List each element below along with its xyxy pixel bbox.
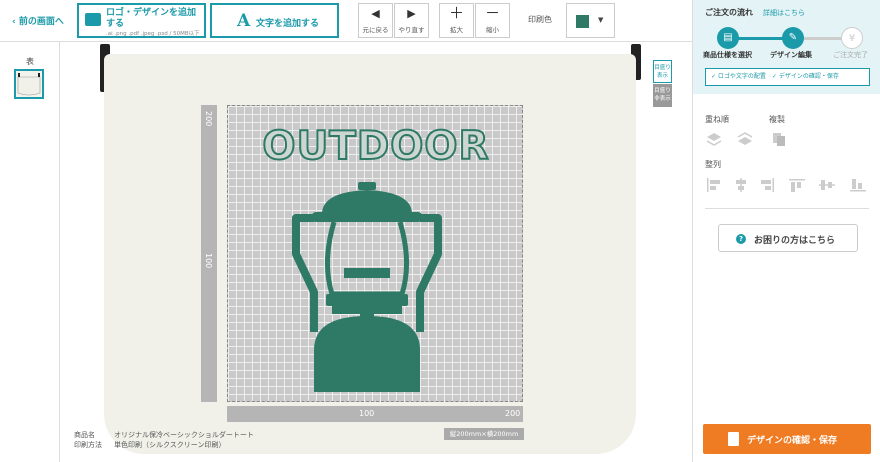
align-center-icon[interactable] xyxy=(733,178,749,192)
duplicate-label: 複製 xyxy=(769,115,785,124)
grid-show-toggle[interactable]: 目盛り表示 xyxy=(653,60,672,83)
ruler-h-100: 100 xyxy=(359,409,375,418)
side-label-front: 表 xyxy=(26,57,34,66)
redo-button[interactable]: ▶ やり直す xyxy=(394,3,429,38)
ruler-v-200: 200 xyxy=(204,111,213,127)
step-2-pencil-icon: ✎ xyxy=(782,27,804,49)
sidebar-divider xyxy=(705,208,869,209)
right-sidebar: ご注文の流れ 詳細はこちら ▤ ✎ ¥ 商品仕様を選択 デザイン編集 ご注文完了… xyxy=(692,0,880,462)
send-backward-icon[interactable] xyxy=(737,132,753,146)
product-info: 商品名 オリジナル保冷ベーシックショルダートート 印刷方法 単色印刷（シルクスクリー… xyxy=(74,430,254,450)
print-color-label: 印刷色 xyxy=(528,15,552,24)
step-3-label: ご注文完了 xyxy=(833,51,868,59)
zoom-in-label: 拡大 xyxy=(450,26,463,34)
step-1-label: 商品仕様を選択 xyxy=(703,51,752,59)
undo-icon: ◀ xyxy=(371,7,380,20)
confirm-save-label: デザインの確認・保存 xyxy=(747,436,838,446)
back-label: 前の画面へ xyxy=(18,17,64,27)
design-text-outdoor[interactable]: OUTDOOR xyxy=(228,123,524,170)
align-middle-icon[interactable] xyxy=(819,178,835,192)
zoom-out-button[interactable]: － 縮小 xyxy=(475,3,510,38)
order-flow: ご注文の流れ 詳細はこちら ▤ ✎ ¥ 商品仕様を選択 デザイン編集 ご注文完了… xyxy=(693,0,880,94)
help-button[interactable]: ? お困りの方はこちら xyxy=(718,224,858,252)
image-icon xyxy=(85,13,101,26)
print-area-grid[interactable]: OUTDOOR xyxy=(227,105,523,402)
step-checklist: ✓ ロゴや文字の配置 ✓ デザインの確認・保存 xyxy=(705,68,870,86)
align-label: 整列 xyxy=(705,160,721,169)
horizontal-ruler: 100 200 xyxy=(227,406,523,422)
zoom-in-button[interactable]: ＋ 拡大 xyxy=(439,3,474,38)
redo-label: やり直す xyxy=(398,26,425,34)
ruler-h-200: 200 xyxy=(505,409,521,418)
confirm-save-button[interactable]: デザインの確認・保存 xyxy=(703,424,871,454)
chevron-down-icon: ▼ xyxy=(598,16,604,24)
question-icon: ? xyxy=(736,234,746,244)
order-flow-detail-link[interactable]: 詳細はこちら xyxy=(763,8,805,18)
front-thumbnail[interactable] xyxy=(14,69,44,99)
document-icon xyxy=(728,432,739,446)
bag-thumbnail-icon xyxy=(17,73,41,96)
back-button[interactable]: ‹ 前の画面へ xyxy=(12,14,64,27)
add-logo-label: ロゴ・デザインを追加する xyxy=(106,8,197,29)
align-left-icon[interactable] xyxy=(706,178,722,192)
top-toolbar: ‹ 前の画面へ ロゴ・デザインを追加する .ai .png .pdf .jpeg… xyxy=(0,0,692,42)
redo-icon: ▶ xyxy=(407,7,416,20)
bring-forward-icon[interactable] xyxy=(706,132,722,146)
step-2-label: デザイン編集 xyxy=(770,51,812,59)
order-flow-title: ご注文の流れ xyxy=(705,8,753,17)
print-method-value: 単色印刷（シルクスクリーン印刷） xyxy=(114,441,226,449)
ruler-v-100: 100 xyxy=(204,253,213,269)
minus-icon: － xyxy=(484,4,500,22)
add-logo-file-types: .ai .png .pdf .jpeg .psd / 50MB以下 xyxy=(106,31,200,37)
align-right-icon[interactable] xyxy=(759,178,775,192)
print-size-badge: 縦200mm×横200mm xyxy=(444,428,524,440)
undo-label: 元に戻る xyxy=(362,26,389,34)
print-color-select[interactable]: ▼ xyxy=(566,3,615,38)
print-color-swatch xyxy=(576,15,589,28)
product-name-value: オリジナル保冷ベーシックショルダートート xyxy=(114,431,254,439)
help-label: お困りの方はこちら xyxy=(754,236,836,246)
zoom-out-label: 縮小 xyxy=(486,26,499,34)
add-text-label: 文字を追加する xyxy=(256,19,320,29)
align-bottom-icon[interactable] xyxy=(850,178,866,192)
print-method-label: 印刷方法 xyxy=(74,441,102,449)
plus-icon: ＋ xyxy=(448,4,464,22)
side-panel: 表 xyxy=(0,42,60,462)
lantern-graphic[interactable] xyxy=(292,182,442,392)
add-text-button[interactable]: A 文字を追加する xyxy=(210,3,339,38)
layer-order-label: 重ね順 xyxy=(705,115,729,124)
align-top-icon[interactable] xyxy=(789,178,805,192)
product-name-label: 商品名 xyxy=(74,431,95,439)
duplicate-icon[interactable] xyxy=(771,132,787,146)
undo-button[interactable]: ◀ 元に戻る xyxy=(358,3,393,38)
vertical-ruler: 200 100 xyxy=(201,105,217,402)
text-icon: A xyxy=(237,11,251,31)
step-3-yen-icon: ¥ xyxy=(841,27,863,49)
grid-hide-toggle[interactable]: 目盛り非表示 xyxy=(653,84,672,107)
add-logo-button[interactable]: ロゴ・デザインを追加する .ai .png .pdf .jpeg .psd / … xyxy=(77,3,206,38)
design-canvas: 200 100 100 200 OUTDOOR 目盛り表示 目盛り非表示 縦20… xyxy=(60,42,692,462)
step-1-icon: ▤ xyxy=(717,27,739,49)
